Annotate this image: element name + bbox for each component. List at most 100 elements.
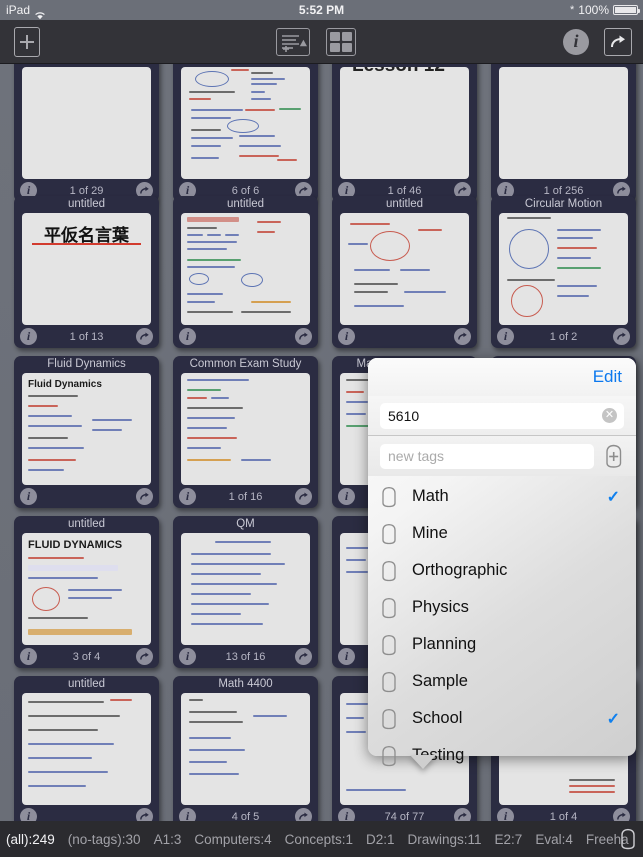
notebook-card[interactable]: Common Exam Study i 1 of 16	[173, 356, 323, 508]
tag-filter-item[interactable]: (no-tags):30	[68, 832, 141, 847]
notebook-card[interactable]: Lesson 12 i 1 of 46	[332, 64, 482, 202]
tag-row-physics[interactable]: Physics	[368, 589, 636, 626]
page-count: 74 of 77	[384, 811, 425, 821]
search-input[interactable]: 5610 ✕	[380, 402, 624, 429]
grid-view-button[interactable]	[326, 27, 356, 57]
notebook-share-icon[interactable]	[136, 328, 153, 345]
notebook-card[interactable]: untitled FLUID DYNAMICS i 3 of 4	[14, 516, 164, 668]
notebook-share-icon[interactable]	[454, 808, 471, 821]
add-tag-icon[interactable]	[602, 443, 626, 469]
notebook-info-icon[interactable]: i	[338, 648, 355, 665]
tag-icon	[380, 671, 398, 693]
notebook-share-icon[interactable]	[136, 648, 153, 665]
tag-row-mine[interactable]: Mine	[368, 515, 636, 552]
tag-filter-item[interactable]: (all):249	[6, 832, 55, 847]
new-tags-input[interactable]: new tags	[380, 443, 594, 469]
top-toolbar: i	[0, 20, 643, 64]
tag-row-math[interactable]: Math ✓	[368, 478, 636, 515]
new-page-plus-icon	[14, 26, 40, 57]
notebook-card[interactable]: i 1 of 256	[491, 64, 641, 202]
search-input-value: 5610	[388, 407, 420, 424]
notebook-thumbnail: FLUID DYNAMICS	[22, 533, 151, 645]
page-count: 13 of 16	[225, 651, 266, 663]
notebook-info-icon[interactable]: i	[497, 328, 514, 345]
notebook-card[interactable]: Math 4400 i 4 of 5	[173, 676, 323, 821]
notebook-thumbnail	[22, 693, 151, 805]
notebook-share-icon[interactable]	[613, 808, 630, 821]
notebook-card[interactable]: untitled i	[173, 196, 323, 348]
tag-label: Sample	[412, 672, 468, 690]
notebook-card[interactable]: i 1 of 29	[14, 64, 164, 202]
notebook-title: Common Exam Study	[189, 358, 302, 370]
notebook-info-icon[interactable]: i	[179, 328, 196, 345]
tag-row-orthographic[interactable]: Orthographic	[368, 552, 636, 589]
notebook-card[interactable]: QM i 13 of 16	[173, 516, 323, 668]
notebook-thumbnail: 平仮名言葉	[22, 213, 151, 325]
app-root: iPad 5:52 PM * 100% i i 1 of 29 i 6 of 6…	[0, 0, 643, 857]
notebook-info-icon[interactable]: i	[338, 488, 355, 505]
popover-search-row: 5610 ✕	[368, 396, 636, 436]
tag-row-school[interactable]: School ✓	[368, 700, 636, 737]
tag-filter-item[interactable]: Eval:4	[535, 832, 573, 847]
tag-filter-item[interactable]: E2:7	[495, 832, 523, 847]
tag-filter-item[interactable]: A1:3	[154, 832, 182, 847]
notebook-share-icon[interactable]	[295, 808, 312, 821]
notebook-info-icon[interactable]: i	[20, 648, 37, 665]
notebook-share-icon[interactable]	[295, 328, 312, 345]
notebook-card[interactable]: i 6 of 6	[173, 64, 323, 202]
notebook-title: untitled	[67, 678, 106, 690]
tag-row-testing[interactable]: Testing	[368, 737, 636, 774]
notebook-title: QM	[236, 518, 255, 530]
status-bar-right: * 100%	[570, 0, 640, 20]
notebook-footer: i 4 of 5	[173, 806, 318, 821]
import-button[interactable]	[276, 27, 310, 57]
edit-button[interactable]: Edit	[593, 367, 622, 387]
notebook-info-icon[interactable]: i	[338, 808, 355, 821]
notebook-info-icon[interactable]: i	[179, 648, 196, 665]
tag-filter-bar[interactable]: (all):249 (no-tags):30 A1:3 Computers:4 Conc…	[0, 821, 643, 857]
notebook-title: untitled	[385, 198, 424, 210]
notebook-info-icon[interactable]: i	[497, 808, 514, 821]
notebook-thumbnail	[340, 213, 469, 325]
notebook-share-icon[interactable]	[136, 488, 153, 505]
notebook-info-icon[interactable]: i	[20, 808, 37, 821]
notebook-info-icon[interactable]: i	[179, 488, 196, 505]
notebook-card[interactable]: untitled i	[14, 676, 164, 821]
notebook-share-icon[interactable]	[454, 328, 471, 345]
new-note-button[interactable]	[14, 26, 40, 57]
tag-row-sample[interactable]: Sample	[368, 663, 636, 700]
battery-percent-label: 100%	[578, 3, 609, 17]
tag-list[interactable]: Math ✓ Mine Orthographic Physics Planning Samp…	[368, 476, 636, 774]
shelf-row: i 1 of 29 i 6 of 6 i 1 of 46 i 1 of 256	[0, 64, 643, 202]
notebook-info-icon[interactable]: i	[179, 808, 196, 821]
tag-label: Math	[412, 487, 449, 505]
notebook-card[interactable]: Fluid Dynamics Fluid Dynamics i	[14, 356, 164, 508]
clear-circle-icon[interactable]: ✕	[602, 408, 617, 423]
notebook-footer: i 1 of 4	[491, 806, 636, 821]
notebook-info-icon[interactable]: i	[20, 488, 37, 505]
notebook-info-icon[interactable]: i	[338, 328, 355, 345]
notebook-share-icon[interactable]	[295, 488, 312, 505]
tag-icon[interactable]	[619, 828, 637, 850]
notebook-share-icon[interactable]	[295, 648, 312, 665]
tag-icon	[380, 634, 398, 656]
tag-label: Testing	[412, 746, 465, 764]
grid-view-icon	[326, 27, 356, 56]
tag-filter-item[interactable]: Computers:4	[194, 832, 271, 847]
tag-row-planning[interactable]: Planning	[368, 626, 636, 663]
notebook-card[interactable]: untitled i	[332, 196, 482, 348]
notebook-card[interactable]: Circular Motion i 1 of 2	[491, 196, 641, 348]
tag-filter-item[interactable]: Concepts:1	[285, 832, 353, 847]
notebook-info-icon[interactable]: i	[20, 328, 37, 345]
tag-filter-item[interactable]: D2:1	[366, 832, 395, 847]
notebook-share-icon[interactable]	[136, 808, 153, 821]
notebook-thumbnail: Fluid Dynamics	[22, 373, 151, 485]
tag-filter-item[interactable]: Drawings:11	[407, 832, 481, 847]
notebook-card[interactable]: untitled 平仮名言葉 i 1 of 13	[14, 196, 164, 348]
info-button[interactable]: i	[561, 27, 591, 57]
tag-label: Orthographic	[412, 561, 508, 579]
notebook-footer: i	[14, 486, 159, 508]
page-count: 3 of 4	[72, 651, 101, 663]
share-button[interactable]	[603, 27, 633, 57]
notebook-share-icon[interactable]	[613, 328, 630, 345]
